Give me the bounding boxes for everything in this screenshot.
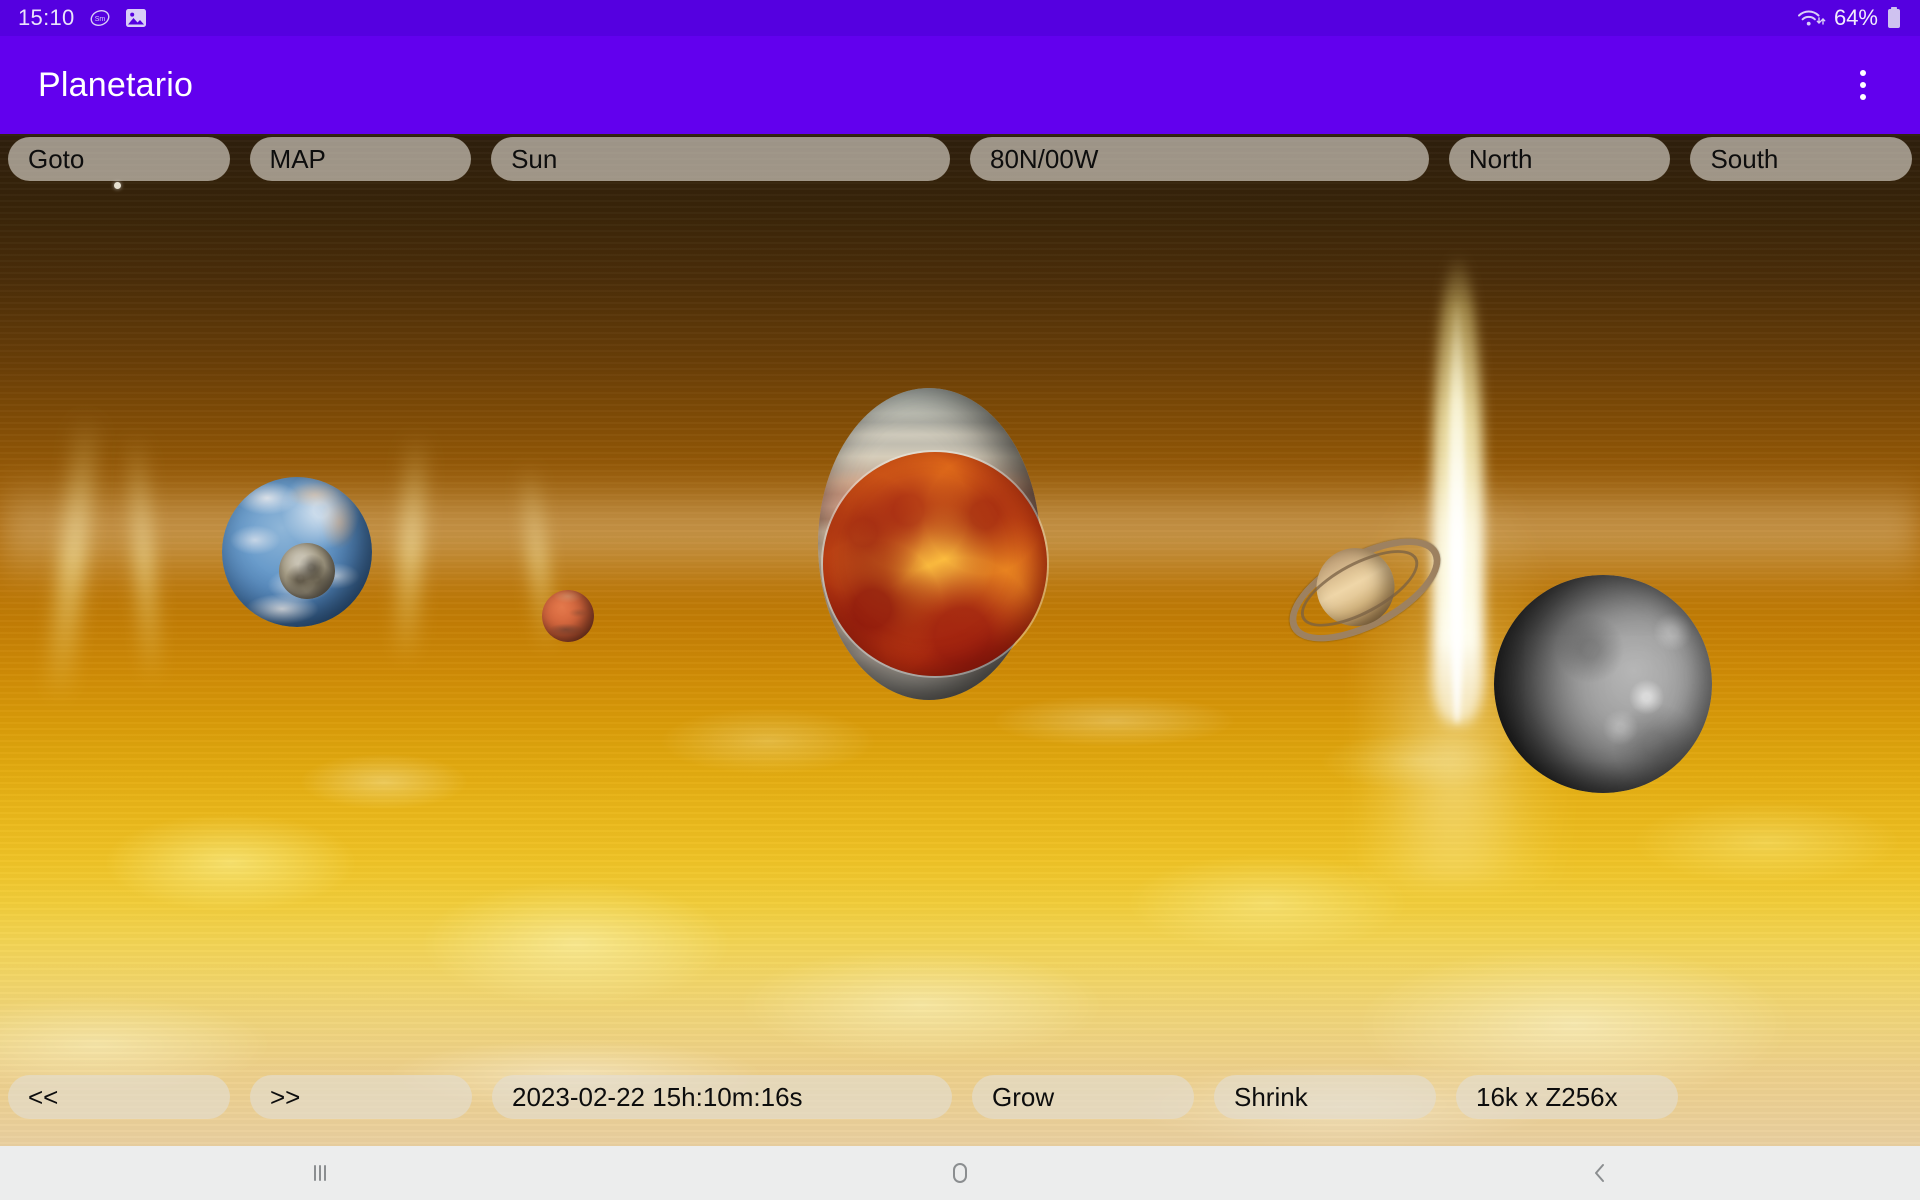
app-bar: Planetario [0, 36, 1920, 134]
step-back-button[interactable]: << [8, 1075, 230, 1119]
bottom-toolbar: << >> 2023-02-22 15h:10m:16s Grow Shrink… [0, 1072, 1920, 1122]
battery-icon [1886, 6, 1902, 30]
celestial-body-moon[interactable] [279, 543, 335, 599]
recents-icon[interactable] [260, 1146, 380, 1200]
step-forward-button[interactable]: >> [250, 1075, 472, 1119]
grow-button[interactable]: Grow [972, 1075, 1194, 1119]
celestial-body-mars[interactable] [542, 590, 594, 642]
zoom-level-display[interactable]: 16k x Z256x [1456, 1075, 1678, 1119]
android-status-bar: 15:10 Sm 64% [0, 0, 1920, 36]
battery-percent-label: 64% [1833, 5, 1878, 30]
planetario-app-window: 15:10 Sm 64% Planetario Goto MAP Sun 80N… [0, 0, 1920, 1200]
overflow-menu-icon[interactable] [1840, 59, 1886, 111]
shrink-button[interactable]: Shrink [1214, 1075, 1436, 1119]
page-title: Planetario [38, 65, 194, 104]
coordinates-button[interactable]: 80N/00W [969, 137, 1429, 181]
app-badge-icon: Sm [89, 7, 111, 29]
north-button[interactable]: North [1448, 137, 1671, 181]
svg-text:Sm: Sm [94, 16, 105, 23]
target-body-button[interactable]: Sun [491, 137, 950, 181]
android-navigation-bar [0, 1146, 1920, 1200]
celestial-body-earth[interactable] [222, 477, 372, 627]
celestial-body-venus[interactable] [823, 452, 1047, 676]
top-toolbar: Goto MAP Sun 80N/00W North South [0, 134, 1920, 184]
status-bar-left: 15:10 Sm [18, 5, 147, 31]
wifi-icon [1796, 7, 1826, 29]
celestial-body-mercury[interactable] [1494, 575, 1712, 793]
status-bar-right: 64% [1796, 5, 1902, 31]
sky-view[interactable] [0, 134, 1920, 1146]
goto-button[interactable]: Goto [8, 137, 230, 181]
south-button[interactable]: South [1690, 137, 1912, 181]
back-icon[interactable] [1540, 1146, 1660, 1200]
solar-prominence-core [1449, 294, 1465, 724]
gallery-icon [125, 8, 147, 28]
datetime-display[interactable]: 2023-02-22 15h:10m:16s [492, 1075, 952, 1119]
home-icon[interactable] [900, 1146, 1020, 1200]
map-button[interactable]: MAP [249, 137, 472, 181]
status-clock: 15:10 [18, 5, 75, 30]
